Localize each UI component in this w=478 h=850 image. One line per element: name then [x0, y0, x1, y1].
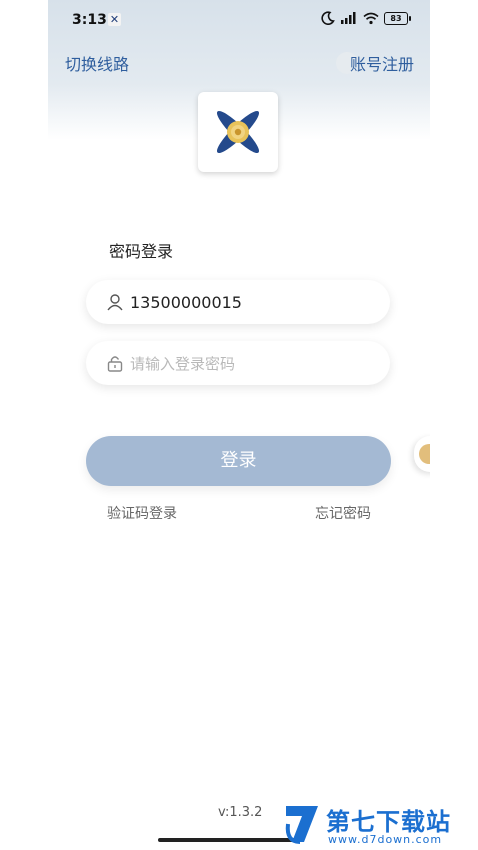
wifi-icon — [363, 12, 379, 25]
user-icon — [107, 294, 123, 311]
code-login-link[interactable]: 验证码登录 — [107, 503, 177, 523]
login-button[interactable]: 登录 — [86, 436, 391, 486]
home-indicator[interactable] — [158, 838, 298, 842]
version-label: v:1.3.2 — [218, 805, 263, 820]
password-placeholder: 请输入登录密码 — [130, 354, 236, 373]
logo-icon — [216, 110, 260, 154]
app-logo — [198, 92, 278, 172]
page-title: 密码登录 — [109, 242, 174, 261]
moon-icon — [321, 11, 335, 25]
status-icons: 83 — [321, 11, 411, 25]
watermark-url: www.d7down.com — [328, 833, 443, 846]
lock-icon — [107, 356, 123, 372]
watermark: 第七下载站 www.d7down.com — [284, 800, 478, 850]
phone-screen: 3:13 ✕ 83 切换线路 账号注册 密码登录 13500000015 请输入… — [48, 0, 430, 850]
signal-icon — [340, 11, 358, 25]
status-time: 3:13 — [72, 12, 107, 28]
phone-field[interactable]: 13500000015 — [86, 280, 390, 324]
register-link[interactable]: 账号注册 — [350, 55, 414, 74]
app-notification-icon: ✕ — [108, 13, 121, 26]
battery-icon: 83 — [384, 11, 411, 25]
assistant-icon — [419, 444, 430, 464]
floating-assistant-button[interactable] — [414, 436, 430, 472]
status-bar: 3:13 ✕ 83 — [48, 0, 430, 38]
switch-line-link[interactable]: 切换线路 — [65, 51, 129, 75]
watermark-logo-icon — [285, 806, 318, 844]
watermark-title: 第七下载站 — [326, 808, 451, 836]
register-area: 账号注册 — [335, 51, 414, 75]
password-field[interactable]: 请输入登录密码 — [86, 341, 390, 385]
phone-value: 13500000015 — [130, 292, 242, 312]
forgot-password-link[interactable]: 忘记密码 — [315, 503, 371, 523]
